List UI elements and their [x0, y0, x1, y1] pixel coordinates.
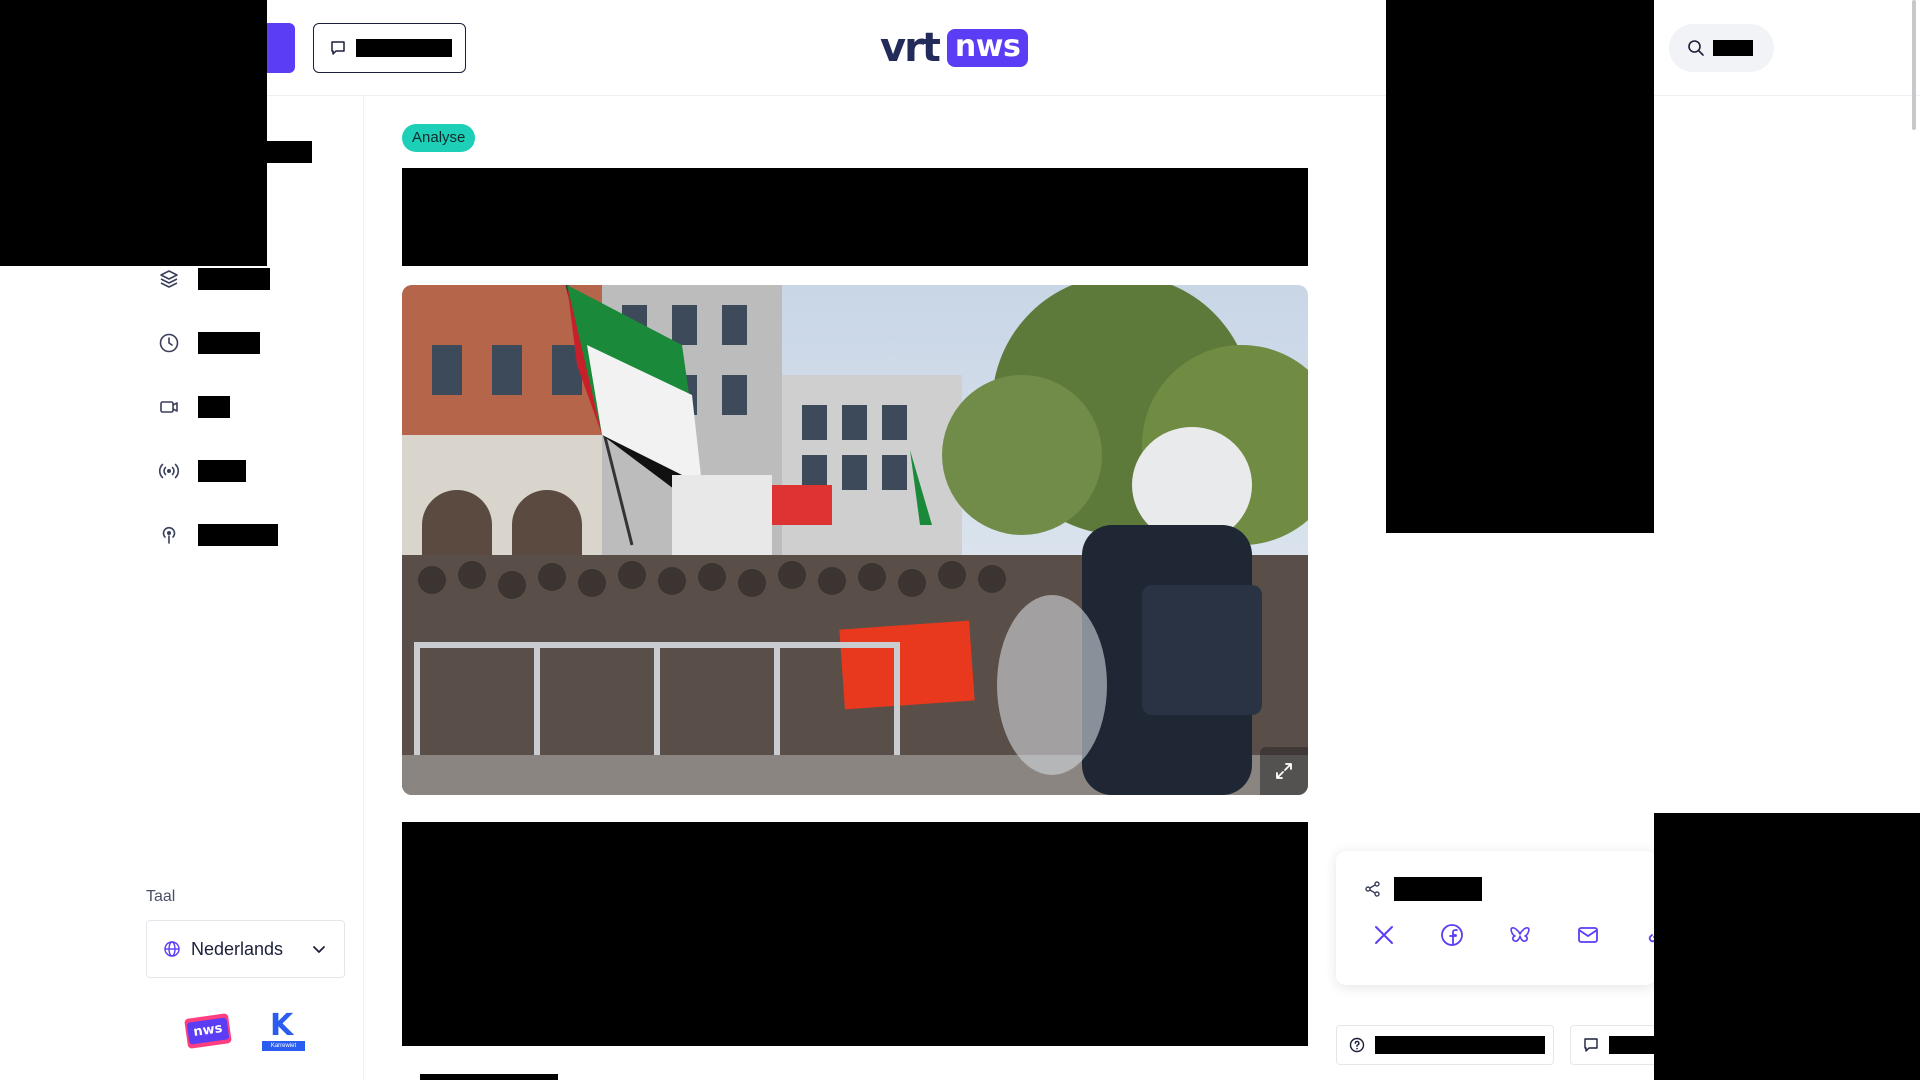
vrt-nws-logo[interactable]: vrt nws [880, 25, 1029, 71]
expand-icon [1274, 761, 1294, 781]
clock-icon [158, 332, 180, 354]
sidebar-item-video[interactable] [158, 392, 230, 422]
info-pill-label-redacted [1375, 1036, 1545, 1054]
search-icon [1687, 39, 1705, 57]
layers-icon [158, 268, 180, 290]
podcast-icon [158, 524, 180, 546]
sidebar-item-podcast[interactable] [158, 520, 278, 550]
page-scrollbar[interactable] [1912, 0, 1916, 130]
article-tag[interactable]: Analyse [402, 124, 476, 152]
redacted-overlay-bottom-right [1654, 813, 1920, 1080]
comment-icon [330, 40, 346, 56]
redacted-overlay-top-right [1386, 0, 1654, 533]
sidebar-item-label [198, 268, 270, 290]
share-label-redacted [1394, 877, 1482, 901]
sidebar-item-clock[interactable] [158, 328, 260, 358]
chevron-down-icon [310, 940, 328, 963]
sidebar-item-label [198, 524, 278, 546]
byline-redacted [420, 1074, 558, 1080]
broadcast-icon [158, 460, 180, 482]
search-label-redacted [1713, 40, 1753, 56]
info-pill-button[interactable] [1336, 1025, 1554, 1065]
logo-nws-badge: nws [946, 29, 1029, 67]
mail-icon[interactable] [1576, 923, 1600, 952]
comment-icon [1583, 1037, 1599, 1053]
article-title-redacted [402, 168, 1308, 266]
facebook-icon[interactable] [1440, 923, 1464, 952]
nws-brand-text: nws [186, 1017, 230, 1045]
share-icon-row [1372, 923, 1668, 952]
search-button[interactable] [1669, 24, 1774, 72]
article-intro-redacted [402, 822, 1308, 1046]
question-circle-icon [1349, 1037, 1365, 1053]
globe-icon [163, 940, 181, 958]
karrewiet-letter: K [270, 1008, 294, 1043]
language-select[interactable]: Nederlands [146, 920, 345, 978]
sidebar-item-layers[interactable] [158, 264, 270, 294]
x-icon[interactable] [1372, 923, 1396, 952]
sidebar-item-live[interactable] [158, 456, 246, 486]
share-card [1336, 851, 1664, 985]
share-heading [1364, 877, 1482, 901]
sidebar-item-label [198, 460, 246, 482]
video-icon [158, 396, 180, 418]
redacted-overlay-top-left [0, 0, 267, 266]
logo-vrt-text: vrt [880, 25, 941, 71]
language-value: Nederlands [191, 938, 284, 959]
karrewiet-name: Karrewiet [262, 1041, 305, 1051]
bluesky-icon[interactable] [1508, 923, 1532, 952]
protest-photo [402, 285, 1308, 795]
hero-image[interactable] [402, 285, 1308, 795]
language-label: Taal [146, 888, 176, 905]
nws-brand-logo[interactable]: nws [184, 1013, 232, 1049]
expand-image-button[interactable] [1260, 747, 1308, 795]
share-icon [1364, 880, 1382, 898]
sidebar-item-label [198, 396, 230, 418]
feedback-button[interactable] [313, 23, 466, 73]
karrewiet-brand-logo[interactable]: K Karrewiet [262, 1011, 305, 1051]
feedback-label-redacted [356, 39, 452, 57]
sidebar-item-label [198, 332, 260, 354]
